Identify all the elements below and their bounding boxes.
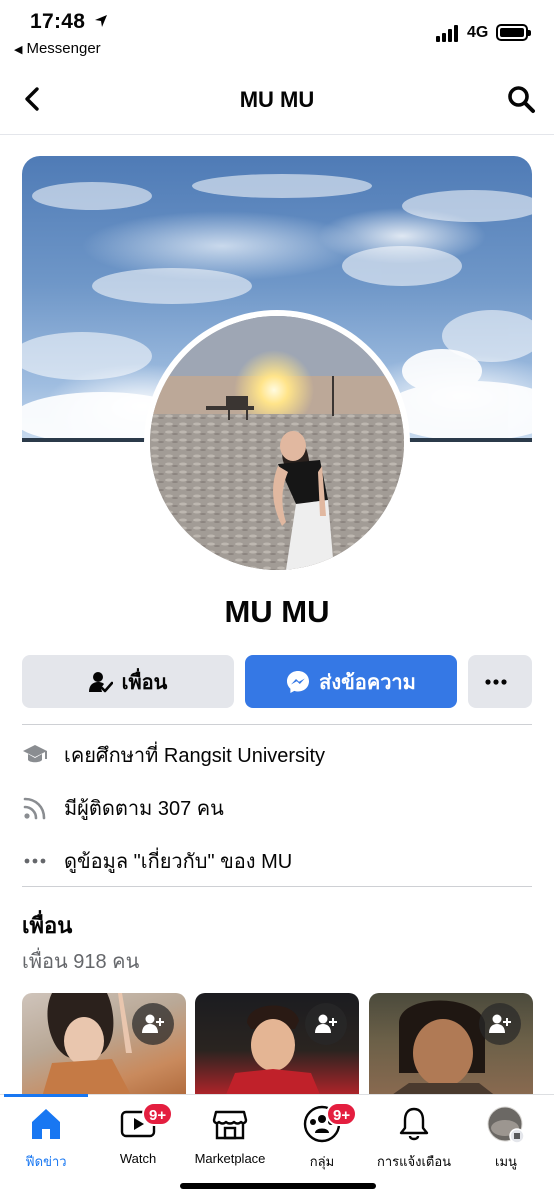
followers-text: มีผู้ติดตาม 307 คน [64, 798, 224, 820]
marketplace-icon [210, 1104, 250, 1144]
tab-label: กลุ่ม [309, 1154, 335, 1169]
info-about-link[interactable]: ดูข้อมูล "เกี่ยวกับ" ของ MU [22, 846, 292, 876]
profile-picture[interactable] [150, 316, 404, 570]
status-time: 17:48 [30, 10, 86, 33]
tab-watch[interactable]: 9+ Watch [92, 1102, 184, 1170]
network-type: 4G [467, 24, 489, 41]
tab-label: Watch [119, 1151, 157, 1166]
more-dots-icon [22, 848, 48, 874]
tab-label: การแจ้งเตือน [376, 1154, 452, 1169]
page-title: MU MU [239, 87, 315, 112]
add-friend-button[interactable] [132, 1003, 174, 1045]
tab-marketplace[interactable]: Marketplace [184, 1104, 276, 1170]
tab-label: Marketplace [194, 1151, 266, 1166]
tab-label: ฟีดข่าว [25, 1154, 67, 1169]
back-to-app-link[interactable]: ◀ Messenger [14, 40, 101, 57]
search-icon[interactable] [506, 84, 536, 114]
add-friend-button[interactable] [305, 1003, 347, 1045]
friends-section-title: เพื่อน [22, 913, 73, 938]
profile-photo-image [150, 316, 404, 570]
back-app-label: Messenger [26, 40, 101, 57]
add-friend-icon [489, 1014, 511, 1033]
add-friend-icon [315, 1014, 337, 1033]
info-followers: มีผู้ติดตาม 307 คน [22, 793, 224, 823]
bell-icon [394, 1104, 434, 1144]
friends-button-label: เพื่อน [121, 671, 168, 694]
more-options-button[interactable] [468, 655, 532, 708]
tab-groups[interactable]: 9+ กลุ่ม [276, 1102, 368, 1170]
location-arrow-icon [95, 15, 107, 27]
add-friend-button[interactable] [479, 1003, 521, 1045]
about-text: ดูข้อมูล "เกี่ยวกับ" ของ MU [64, 851, 293, 873]
friends-count: เพื่อน 918 คน [22, 951, 140, 973]
tab-news-feed[interactable]: ฟีดข่าว [0, 1104, 92, 1170]
signal-icon [436, 24, 462, 42]
friend-card[interactable] [22, 993, 186, 1097]
tab-menu[interactable]: เมนู [460, 1104, 552, 1170]
menu-avatar-icon [486, 1104, 526, 1144]
active-tab-indicator [4, 1094, 88, 1097]
graduation-cap-icon [22, 742, 48, 768]
more-dots-icon [484, 678, 507, 685]
home-indicator [180, 1183, 376, 1189]
friend-card[interactable] [369, 993, 533, 1097]
send-message-button[interactable]: ส่งข้อความ [245, 655, 457, 708]
friend-card[interactable] [195, 993, 359, 1097]
education-text: เคยศึกษาที่ Rangsit University [64, 745, 326, 767]
home-icon [26, 1104, 66, 1144]
tab-notifications[interactable]: การแจ้งเตือน [368, 1104, 460, 1170]
watch-icon: 9+ [118, 1102, 174, 1144]
divider [22, 724, 532, 725]
divider [22, 886, 532, 887]
add-friend-icon [142, 1014, 164, 1033]
rss-icon [22, 795, 48, 821]
friend-check-icon [88, 671, 113, 692]
top-nav-bar: MU MU [0, 70, 554, 135]
back-triangle-icon: ◀ [14, 44, 23, 56]
battery-icon [496, 24, 531, 41]
tab-label: เมนู [495, 1154, 517, 1169]
send-message-label: ส่งข้อความ [319, 671, 416, 694]
status-bar: 17:48 ◀ Messenger 4G [0, 0, 554, 70]
profile-name: MU MU [224, 594, 330, 629]
watch-badge: 9+ [142, 1102, 174, 1126]
groups-icon: 9+ [302, 1102, 358, 1144]
info-education: เคยศึกษาที่ Rangsit University [22, 740, 325, 770]
messenger-icon [287, 670, 310, 693]
friends-button[interactable]: เพื่อน [22, 655, 234, 708]
groups-badge: 9+ [326, 1102, 358, 1126]
